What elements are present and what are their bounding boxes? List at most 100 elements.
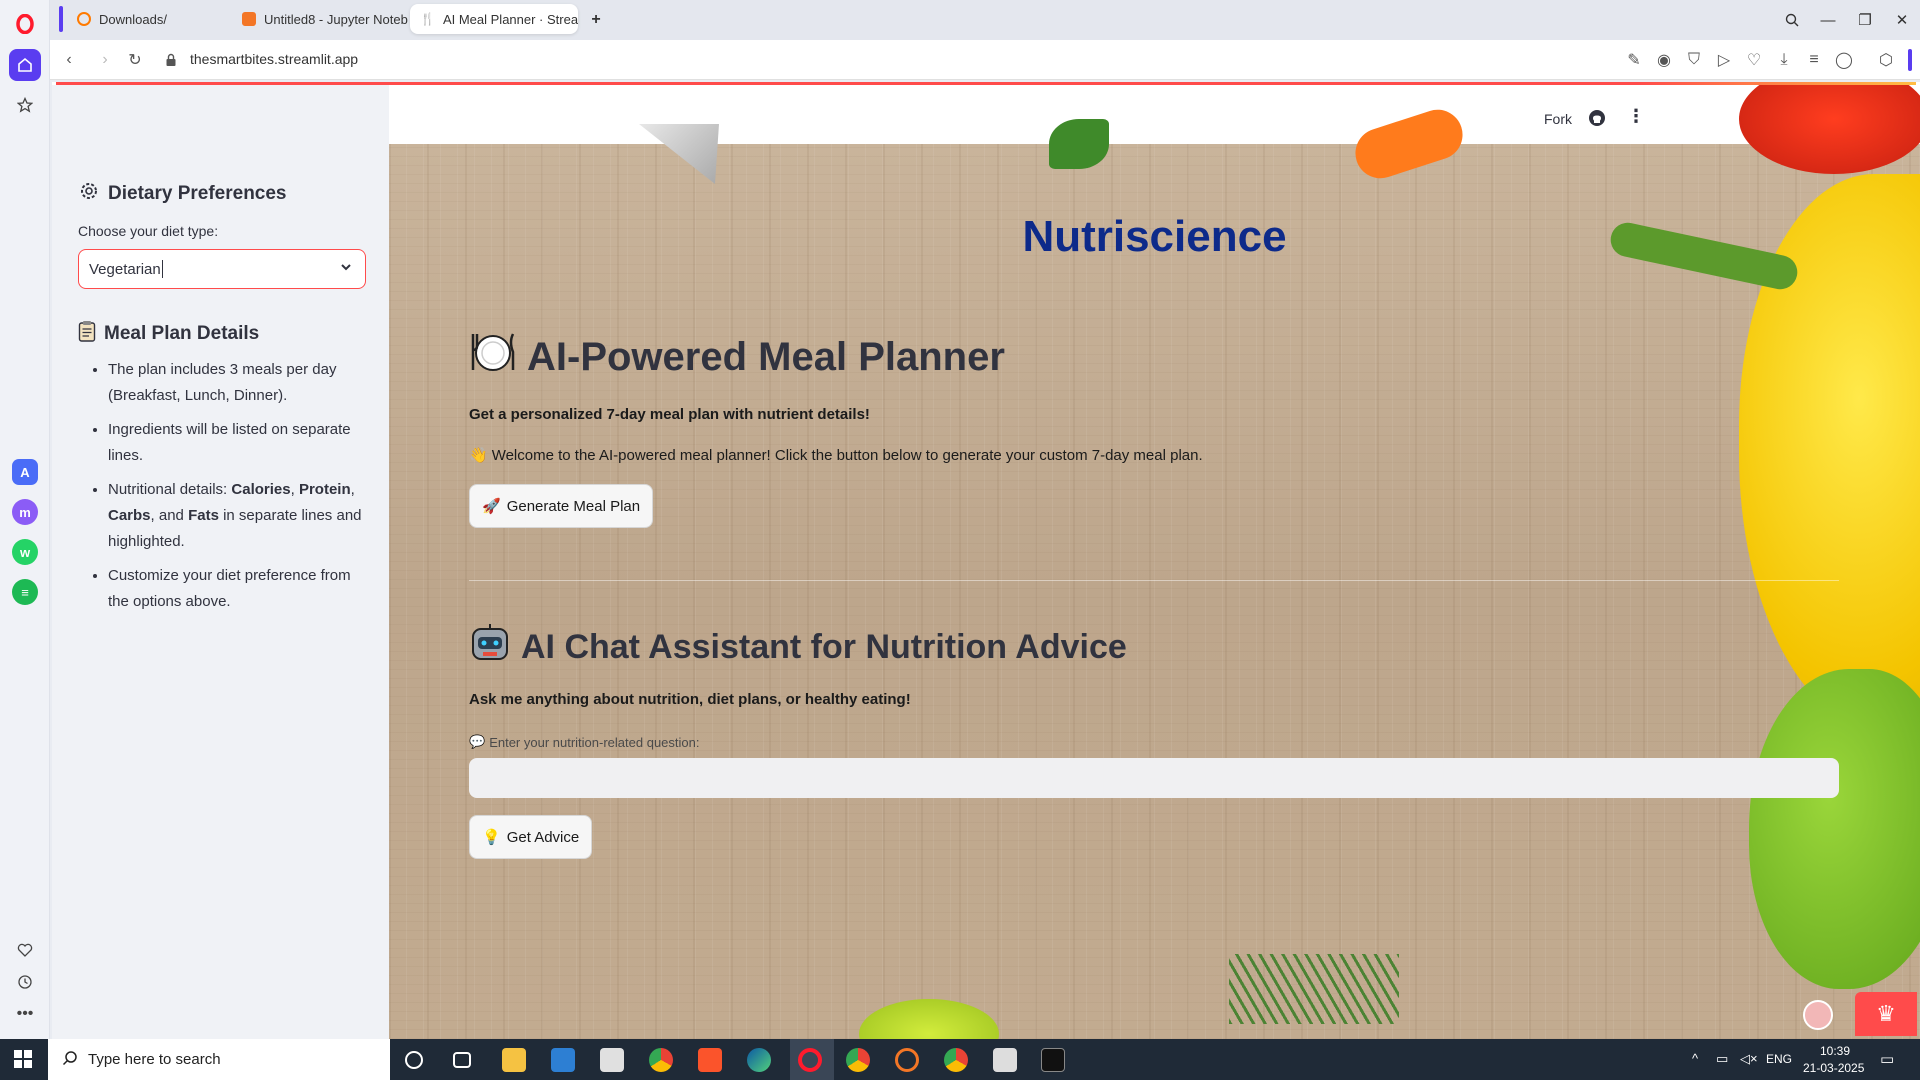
minimize-button[interactable]: — [1816,8,1840,32]
streamlit-sidebar: Dietary Preferences Choose your diet typ… [52,85,389,1039]
edit-icon[interactable]: ✎ [1624,50,1644,70]
url-field[interactable]: thesmartbites.streamlit.app [190,51,358,67]
heart-icon[interactable] [9,934,41,966]
new-tab-button[interactable]: + [584,8,608,32]
protein-label: Protein [298,481,351,498]
detail-text: , [350,481,355,498]
close-button[interactable]: ✕ [1890,8,1914,32]
file-explorer-icon[interactable] [502,1048,526,1072]
question-label: 💬 Enter your nutrition-related question: [469,734,699,750]
photos-icon[interactable] [993,1048,1017,1072]
taskbar-search[interactable]: Type here to search [48,1039,390,1080]
chrome-profile-icon[interactable] [846,1048,870,1072]
extensions-icon[interactable]: ⬡ [1876,50,1896,70]
section-divider [469,580,1839,581]
download-icon[interactable]: ⤓ [1774,50,1794,70]
shield-icon[interactable]: ⛉ [1684,50,1704,70]
text-cursor [161,260,163,278]
favorite-icon[interactable]: ♡ [1744,50,1764,70]
green-pepper-image [1749,669,1920,989]
whatsapp-icon[interactable]: w [12,539,38,565]
advice-button-label: Get Advice [506,828,580,846]
more-icon[interactable]: ••• [9,998,41,1030]
opera-logo-icon[interactable] [9,8,41,40]
tab-label: Downloads/ [99,11,167,27]
list-item: Nutritional details: Calories, Protein , … [108,477,368,555]
search-tabs-icon[interactable] [1780,8,1804,32]
chat-heading: AI Chat Assistant for Nutrition Advice [469,623,1127,672]
chrome-icon[interactable] [649,1048,673,1072]
lock-icon [160,49,182,71]
forward-button[interactable]: › [94,49,116,71]
network-icon[interactable]: ▭ [1716,1051,1728,1067]
easy-setup-icon[interactable]: ≡ [1804,50,1824,70]
terminal-icon[interactable] [1041,1048,1065,1072]
app-title: Nutriscience [1022,212,1287,261]
fats-label: Fats [188,507,219,524]
restore-button[interactable]: ❐ [1853,8,1877,32]
fork-link[interactable]: Fork [1544,111,1572,127]
detail-text: , and [150,507,189,524]
language-indicator[interactable]: ENG [1766,1052,1792,1066]
rosemary-image [1229,954,1399,1024]
messenger-icon[interactable]: m [12,499,38,525]
streamlit-crown-icon[interactable]: ♛ [1855,992,1917,1036]
home-icon[interactable] [9,49,41,81]
dietary-preferences-heading: Dietary Preferences [78,180,287,208]
waving-hand-icon: 👋 [469,447,488,464]
clock-time[interactable]: 10:39 [1820,1044,1850,1058]
streamlit-header: Fork ⋮ [389,85,1920,144]
reload-button[interactable]: ↻ [124,49,146,71]
search-icon [62,1050,78,1070]
generate-meal-plan-button[interactable]: 🚀 Generate Meal Plan [469,484,654,528]
play-icon[interactable]: ▷ [1714,50,1734,70]
tab-meal-planner[interactable]: 🍴 AI Meal Planner · Streamlit [410,4,578,34]
detail-text: Nutritional details: [108,481,232,498]
planner-subtitle: Get a personalized 7-day meal plan with … [469,406,870,423]
windows-start-icon[interactable] [14,1050,32,1073]
tray-overflow-icon[interactable]: ^ [1692,1051,1698,1066]
detail-text: Ingredients will be listed on separate l… [108,421,351,464]
lightbulb-icon: 💡 [482,829,501,846]
star-icon[interactable] [9,89,41,121]
avatar[interactable] [1803,1000,1833,1030]
clock-date[interactable]: 21-03-2025 [1803,1061,1864,1075]
detail-text: The plan includes 3 meals per day (Break… [108,361,337,404]
main-content: Fork ⋮ Nutriscience AI-Powered Meal Plan… [389,85,1920,1039]
meal-plan-details-list: The plan includes 3 meals per day (Break… [78,357,368,623]
cortana-icon[interactable] [405,1051,423,1069]
chrome-profile-2-icon[interactable] [944,1048,968,1072]
opera-taskbar-icon[interactable] [798,1048,822,1072]
edge-icon[interactable] [747,1048,771,1072]
clipboard-icon [78,320,96,348]
nutrition-question-input[interactable] [469,758,1839,798]
volume-icon[interactable]: ◁× [1740,1051,1758,1067]
github-icon[interactable] [1588,109,1606,132]
fork-knife-icon: 🍴 [420,12,435,26]
workspace-indicator [59,6,63,32]
notifications-icon[interactable]: ▭ [1880,1050,1894,1068]
back-button[interactable]: ‹ [58,49,80,71]
list-item: Ingredients will be listed on separate l… [108,417,368,469]
tab-downloads[interactable]: Downloads/ [67,4,242,34]
task-view-icon[interactable] [453,1052,471,1068]
diet-type-select[interactable]: Vegetarian [78,249,366,289]
herb-leaf-image [1049,119,1109,169]
aria-app-icon[interactable]: A [12,459,38,485]
chat-title: AI Chat Assistant for Nutrition Advice [521,628,1127,666]
chevron-down-icon [339,260,353,278]
get-advice-button[interactable]: 💡 Get Advice [469,815,593,859]
profile-icon[interactable]: ◯ [1834,50,1854,70]
spotify-icon[interactable]: ≡ [12,579,38,605]
history-icon[interactable] [9,966,41,998]
sidebar-toggle[interactable] [1908,49,1912,71]
mail-icon[interactable] [600,1048,624,1072]
microsoft-store-icon[interactable] [551,1048,575,1072]
camera-icon[interactable]: ◉ [1654,50,1674,70]
jupyter-taskbar-icon[interactable] [895,1048,919,1072]
details-title: Meal Plan Details [104,323,260,344]
brave-icon[interactable] [698,1048,722,1072]
welcome-text: Welcome to the AI-powered meal planner! … [491,446,1203,464]
main-menu-icon[interactable]: ⋮ [1627,106,1645,127]
knife-blade-image [639,124,719,184]
